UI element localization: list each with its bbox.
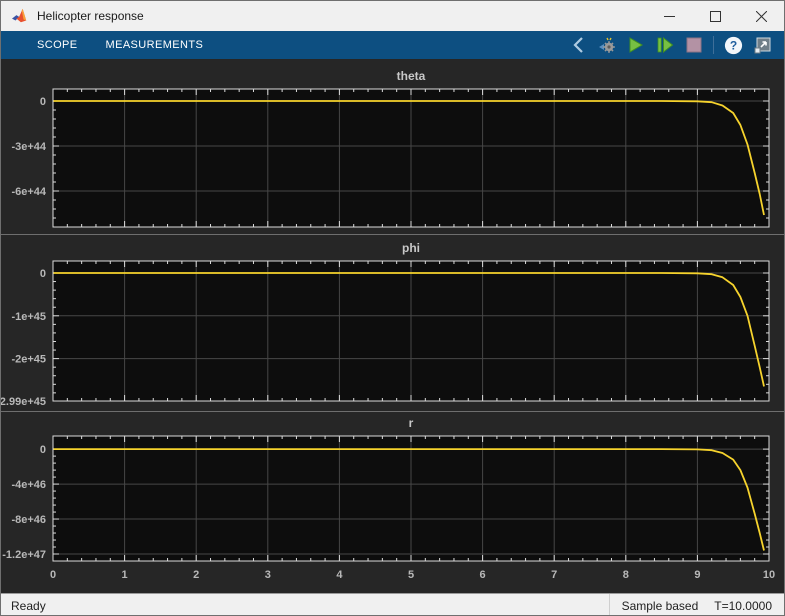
step-forward-icon[interactable] bbox=[655, 35, 675, 55]
close-button[interactable] bbox=[738, 1, 784, 31]
svg-text:4: 4 bbox=[336, 569, 343, 581]
sim-time-label: T=10.0000 bbox=[710, 594, 784, 616]
scope-displays: theta 0 -3e+44 -6e+44 phi 0 -1e+45 -2e+45 -2.99… bbox=[1, 59, 784, 593]
svg-text:0: 0 bbox=[40, 96, 46, 108]
display-panel-theta: theta 0 -3e+44 -6e+44 bbox=[1, 59, 784, 234]
matlab-logo-icon bbox=[11, 8, 29, 24]
statusbar: Ready Sample based T=10.0000 bbox=[1, 593, 784, 616]
svg-text:r: r bbox=[409, 416, 414, 430]
svg-text:-2.99e+45: -2.99e+45 bbox=[1, 396, 46, 408]
display-panel-r: r 0 -4e+46 -8e+46 -1.2e+47 0 1 2 3 4 5 6 7 8 9 10 bbox=[1, 412, 784, 593]
popout-icon[interactable] bbox=[752, 35, 772, 55]
svg-text:1: 1 bbox=[122, 569, 128, 581]
svg-text:3: 3 bbox=[265, 569, 271, 581]
titlebar: Helicopter response bbox=[1, 1, 784, 31]
scope-window: Helicopter response SCOPE MEASUREMENTS bbox=[0, 0, 785, 616]
svg-text:5: 5 bbox=[408, 569, 414, 581]
svg-text:0: 0 bbox=[40, 268, 46, 280]
svg-text:-6e+44: -6e+44 bbox=[11, 186, 46, 198]
sample-mode-label: Sample based bbox=[609, 594, 711, 616]
svg-text:9: 9 bbox=[694, 569, 700, 581]
run-icon[interactable] bbox=[626, 35, 646, 55]
svg-text:phi: phi bbox=[402, 241, 420, 255]
stepping-options-gear-icon[interactable] bbox=[597, 35, 617, 55]
collapse-left-icon[interactable] bbox=[568, 35, 588, 55]
maximize-button[interactable] bbox=[692, 1, 738, 31]
svg-text:theta: theta bbox=[397, 69, 426, 83]
scope-display-phi[interactable]: phi 0 -1e+45 -2e+45 -2.99e+45 bbox=[1, 235, 784, 411]
svg-text:-8e+46: -8e+46 bbox=[11, 514, 46, 526]
svg-text:?: ? bbox=[729, 38, 736, 52]
svg-text:0: 0 bbox=[50, 569, 56, 581]
svg-text:-1e+45: -1e+45 bbox=[11, 311, 46, 323]
scope-display-r[interactable]: r 0 -4e+46 -8e+46 -1.2e+47 0 1 2 3 4 5 6 7 8 9 10 bbox=[1, 412, 784, 593]
window-title: Helicopter response bbox=[37, 9, 144, 23]
svg-text:6: 6 bbox=[480, 569, 486, 581]
stop-icon[interactable] bbox=[684, 35, 704, 55]
status-text: Ready bbox=[1, 599, 46, 613]
svg-text:0: 0 bbox=[40, 444, 46, 456]
tab-measurements[interactable]: MEASUREMENTS bbox=[92, 31, 218, 59]
svg-text:-3e+44: -3e+44 bbox=[11, 141, 46, 153]
svg-text:8: 8 bbox=[623, 569, 629, 581]
svg-text:7: 7 bbox=[551, 569, 557, 581]
help-icon[interactable]: ? bbox=[723, 35, 743, 55]
svg-text:-2e+45: -2e+45 bbox=[11, 354, 46, 366]
toolstrip: SCOPE MEASUREMENTS bbox=[1, 31, 784, 59]
display-panel-phi: phi 0 -1e+45 -2e+45 -2.99e+45 bbox=[1, 235, 784, 411]
tab-scope[interactable]: SCOPE bbox=[23, 31, 92, 59]
toolbar-separator bbox=[713, 36, 714, 54]
svg-text:-4e+46: -4e+46 bbox=[11, 479, 46, 491]
svg-text:10: 10 bbox=[763, 569, 775, 581]
svg-text:2: 2 bbox=[193, 569, 199, 581]
minimize-button[interactable] bbox=[646, 1, 692, 31]
scope-display-theta[interactable]: theta 0 -3e+44 -6e+44 bbox=[1, 59, 784, 234]
svg-text:-1.2e+47: -1.2e+47 bbox=[2, 549, 46, 561]
